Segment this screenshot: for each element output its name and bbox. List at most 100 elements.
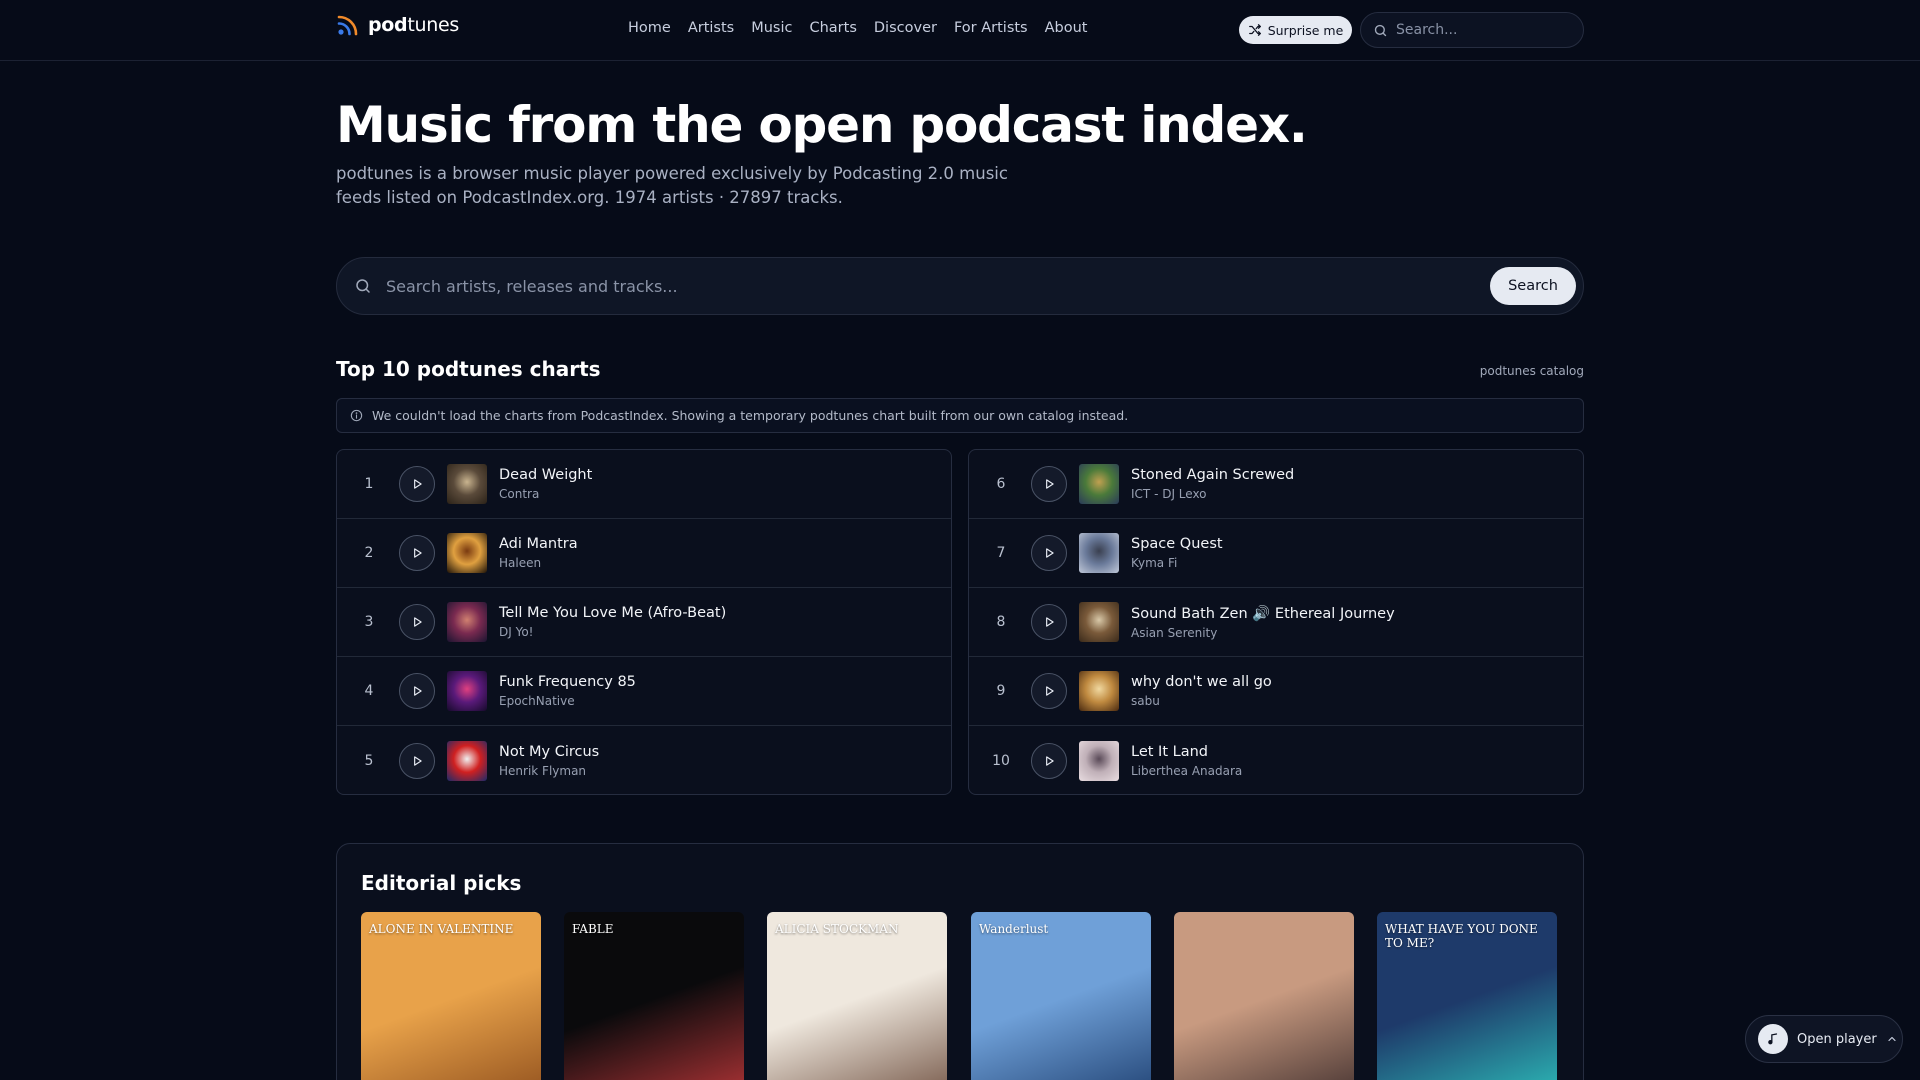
play-button[interactable]: [1031, 742, 1067, 779]
track-artist[interactable]: sabu: [1131, 694, 1272, 708]
play-icon: [1046, 686, 1054, 696]
track-artwork[interactable]: [1079, 464, 1119, 504]
notice-text: We couldn't load the charts from Podcast…: [372, 408, 1129, 423]
play-button[interactable]: [1031, 466, 1067, 502]
track-artist[interactable]: Contra: [499, 487, 592, 501]
chart-rank: 9: [996, 683, 1006, 699]
main-search-input[interactable]: [386, 276, 1490, 296]
play-icon: [1046, 548, 1054, 558]
chart-rank: 2: [364, 545, 374, 561]
open-player-button[interactable]: Open player: [1745, 1015, 1903, 1063]
pick-what-have-you-done[interactable]: WHAT HAVE YOU DONE TO ME?: [1377, 912, 1557, 1080]
track-title[interactable]: Funk Frequency 85: [499, 674, 636, 690]
pick-label: ALICIA STOCKMAN: [775, 922, 899, 936]
track-info: Let It Land Liberthea Anadara: [1131, 744, 1242, 778]
chart-row[interactable]: 4 Funk Frequency 85 EpochNative: [337, 657, 951, 726]
track-title[interactable]: Tell Me You Love Me (Afro-Beat): [499, 605, 726, 621]
header-search[interactable]: [1360, 12, 1584, 48]
play-button[interactable]: [399, 673, 435, 709]
play-button[interactable]: [399, 466, 435, 502]
search-icon: [1374, 24, 1387, 36]
chart-row[interactable]: 5 Not My Circus Henrik Flyman: [337, 726, 951, 794]
chart-row[interactable]: 2 Adi Mantra Haleen: [337, 519, 951, 588]
track-title[interactable]: Space Quest: [1131, 536, 1223, 552]
play-icon: [414, 617, 422, 627]
pick-alone-in-valentine[interactable]: ALONE IN VALENTINE: [361, 912, 541, 1080]
play-button[interactable]: [399, 604, 435, 640]
chart-row[interactable]: 7 Space Quest Kyma Fi: [969, 519, 1583, 588]
track-artist[interactable]: ICT - DJ Lexo: [1131, 487, 1294, 501]
track-artwork[interactable]: [447, 602, 487, 642]
play-button[interactable]: [399, 742, 435, 779]
track-artist[interactable]: Kyma Fi: [1131, 556, 1223, 570]
track-artist[interactable]: Henrik Flyman: [499, 764, 599, 778]
nav-artists[interactable]: Artists: [688, 20, 734, 36]
chart-row[interactable]: 10 Let It Land Liberthea Anadara: [969, 726, 1583, 794]
track-artwork[interactable]: [447, 740, 487, 781]
nav-charts[interactable]: Charts: [809, 20, 856, 36]
track-title[interactable]: why don't we all go: [1131, 674, 1272, 690]
play-icon: [1046, 755, 1054, 766]
pick-fable-trickster[interactable]: FABLE: [564, 912, 744, 1080]
pick-label: WHAT HAVE YOU DONE TO ME?: [1385, 922, 1538, 950]
nav-discover[interactable]: Discover: [874, 20, 937, 36]
track-title[interactable]: Sound Bath Zen 🔊 Ethereal Journey: [1131, 605, 1395, 622]
pick-label: ALONE IN VALENTINE: [369, 922, 514, 936]
track-title[interactable]: Let It Land: [1131, 744, 1242, 760]
track-artwork[interactable]: [447, 671, 487, 711]
surprise-me-button[interactable]: Surprise me: [1239, 16, 1352, 44]
chart-row[interactable]: 9 why don't we all go sabu: [969, 657, 1583, 726]
page-title: Music from the open podcast index.: [336, 96, 1308, 154]
play-button[interactable]: [1031, 604, 1067, 640]
top-bar: podtunes Home Artists Music Charts Disco…: [0, 0, 1920, 61]
logo[interactable]: podtunes: [336, 13, 459, 37]
header-search-input[interactable]: [1396, 22, 1566, 38]
search-button[interactable]: Search: [1490, 267, 1576, 305]
track-info: Space Quest Kyma Fi: [1131, 536, 1223, 570]
nav-for-artists[interactable]: For Artists: [954, 20, 1028, 36]
editorial-title: Editorial picks: [361, 871, 522, 895]
nav-home[interactable]: Home: [628, 20, 671, 36]
track-artist[interactable]: Asian Serenity: [1131, 626, 1395, 640]
hero-subtitle: podtunes is a browser music player power…: [336, 164, 1008, 207]
play-button[interactable]: [1031, 673, 1067, 709]
chart-row[interactable]: 3 Tell Me You Love Me (Afro-Beat) DJ Yo!: [337, 588, 951, 657]
nav-about[interactable]: About: [1045, 20, 1088, 36]
track-artist[interactable]: DJ Yo!: [499, 625, 726, 639]
track-title[interactable]: Dead Weight: [499, 467, 592, 483]
track-artist[interactable]: Liberthea Anadara: [1131, 764, 1242, 778]
chart-rank: 6: [996, 476, 1006, 492]
chart-rank: 5: [364, 752, 374, 769]
chart-row[interactable]: 8 Sound Bath Zen 🔊 Ethereal Journey Asian …: [969, 588, 1583, 657]
search-icon: [356, 279, 370, 293]
play-icon: [414, 479, 422, 489]
play-button[interactable]: [399, 535, 435, 571]
chart-rank: 7: [996, 545, 1006, 561]
podcast-feed-icon: [337, 15, 358, 36]
pick-wanderlust-kosmos[interactable]: Wanderlust: [971, 912, 1151, 1080]
track-title[interactable]: Stoned Again Screwed: [1131, 467, 1294, 483]
track-artwork[interactable]: [1079, 671, 1119, 711]
chevron-up-icon: [1886, 1030, 1898, 1049]
play-icon: [414, 755, 422, 766]
chart-row[interactable]: 1 Dead Weight Contra: [337, 450, 951, 519]
track-artwork[interactable]: [1079, 602, 1119, 642]
play-button[interactable]: [1031, 535, 1067, 571]
track-info: Not My Circus Henrik Flyman: [499, 744, 599, 778]
chart-rank: 8: [996, 614, 1006, 630]
track-info: Stoned Again Screwed ICT - DJ Lexo: [1131, 467, 1294, 501]
track-artist[interactable]: Haleen: [499, 556, 578, 570]
track-artwork[interactable]: [1079, 533, 1119, 573]
track-artwork[interactable]: [447, 464, 487, 504]
chart-row[interactable]: 6 Stoned Again Screwed ICT - DJ Lexo: [969, 450, 1583, 519]
charts-title: Top 10 podtunes charts: [336, 357, 601, 381]
pick-alicia-stockman[interactable]: ALICIA STOCKMAN: [767, 912, 947, 1080]
nav-music[interactable]: Music: [751, 20, 792, 36]
shuffle-icon: [1248, 24, 1261, 36]
track-title[interactable]: Not My Circus: [499, 744, 599, 760]
track-artwork[interactable]: [447, 533, 487, 573]
track-artwork[interactable]: [1079, 740, 1119, 781]
track-title[interactable]: Adi Mantra: [499, 536, 578, 552]
track-artist[interactable]: EpochNative: [499, 694, 636, 708]
pick-child-photo[interactable]: [1174, 912, 1354, 1080]
